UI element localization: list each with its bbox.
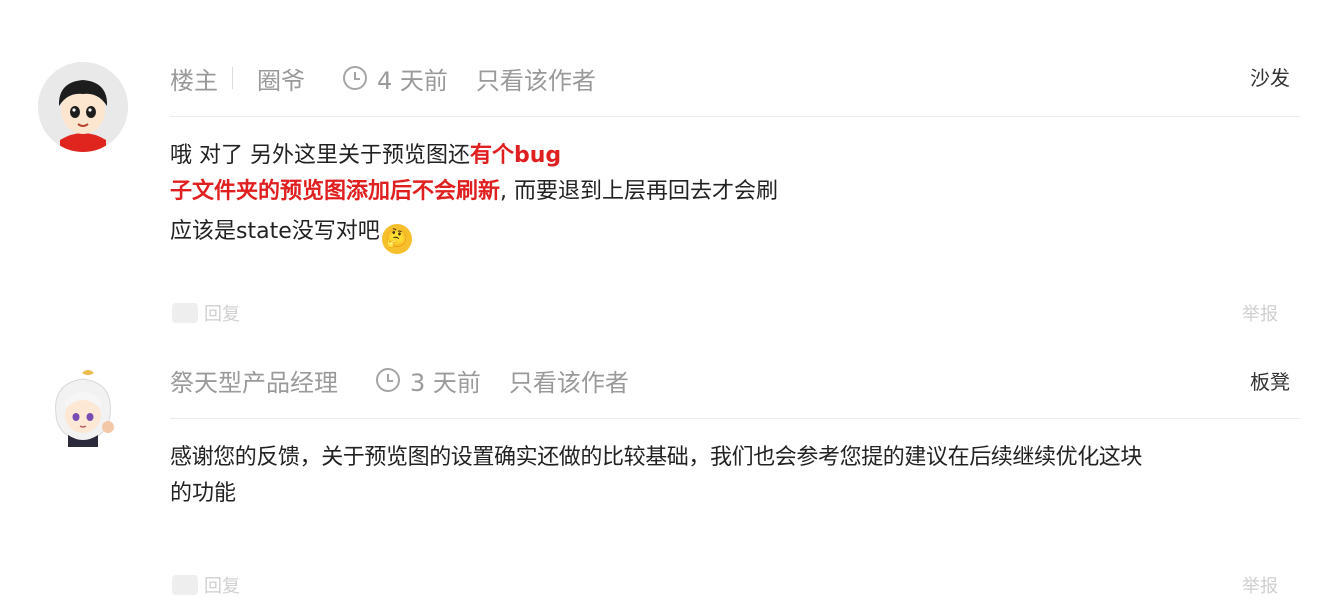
body-line-3: 应该是state没写对吧 🤔 [170,214,1310,254]
reply-icon [172,575,198,595]
comment-meta: 楼主 圈爷 4 天前 只看该作者 [170,58,596,98]
clock-icon [376,368,400,392]
op-label: 楼主 [170,66,218,95]
report-button[interactable]: 举报 [1242,572,1278,598]
comment-body: 感谢您的反馈，关于预览图的设置确实还做的比较基础，我们也会参考您提的建议在后续继… [170,440,1310,512]
reply-button[interactable]: 回复 [172,572,240,598]
report-button[interactable]: 举报 [1242,300,1278,326]
author-only-link[interactable]: 只看该作者 [509,363,629,398]
anime-girl-avatar-icon [38,365,128,455]
comment-body: 哦 对了 另外这里关于预览图还有个bug 子文件夹的预览图添加后不会刷新, 而要… [170,138,1310,254]
floor-label: 板凳 [1250,370,1290,394]
comment-meta: 祭天型产品经理 3 天前 只看该作者 [170,360,629,400]
reply-button[interactable]: 回复 [172,300,240,326]
body-line-1: 哦 对了 另外这里关于预览图还有个bug [170,143,562,168]
clock-icon [343,66,367,90]
body-line-2: 子文件夹的预览图添加后不会刷新, 而要退到上层再回去才会刷 [170,179,779,204]
reply-icon [172,303,198,323]
meta-separator [232,67,233,89]
body-line-1: 感谢您的反馈，关于预览图的设置确实还做的比较基础，我们也会参考您提的建议在后续继… [170,445,1143,470]
body-line-2: 的功能 [170,481,237,506]
timestamp: 4 天前 [377,66,448,95]
username[interactable]: 圈爷 [257,61,305,96]
highlight-text: 子文件夹的预览图添加后不会刷新 [170,179,501,204]
comment-1: 楼主 圈爷 4 天前 只看该作者 沙发 哦 对了 另外这里关于预览图还有个bug… [0,0,1336,350]
divider [170,116,1300,117]
cartoon-boy-avatar-icon [38,62,128,152]
username[interactable]: 祭天型产品经理 [170,363,338,398]
author-only-link[interactable]: 只看该作者 [476,61,596,96]
timestamp: 3 天前 [410,368,481,397]
divider [170,418,1300,419]
avatar[interactable] [38,365,128,455]
avatar[interactable] [38,62,128,152]
thinking-emoji-icon: 🤔 [381,224,412,254]
floor-label: 沙发 [1250,66,1290,90]
highlight-text: 有个bug [470,143,562,168]
